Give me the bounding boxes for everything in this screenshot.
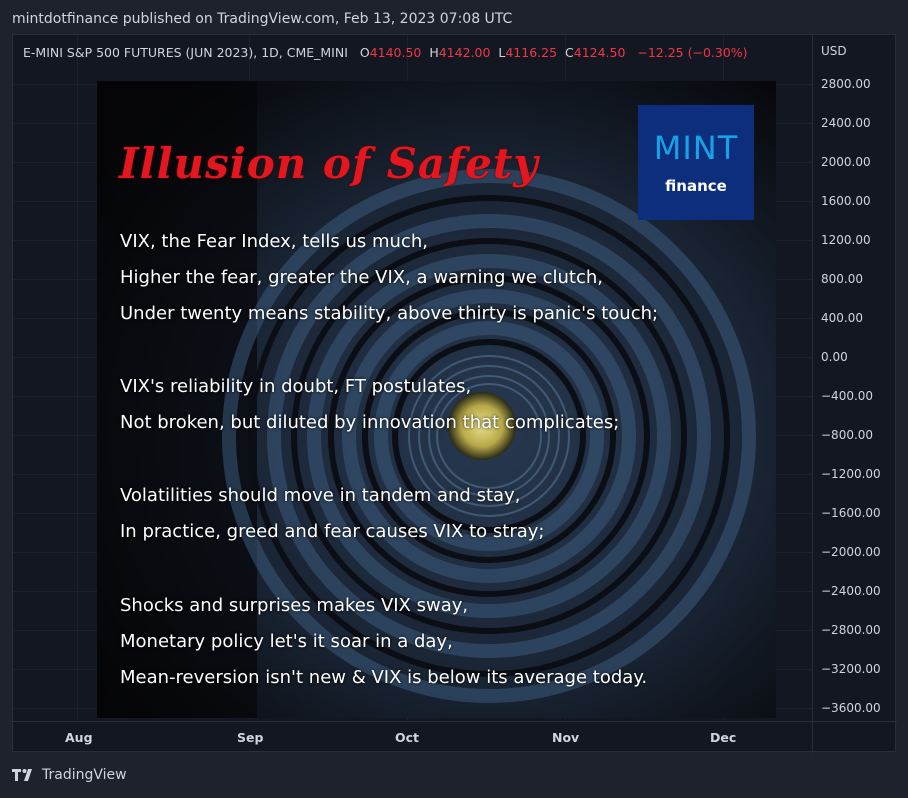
symbol-legend[interactable]: E-MINI S&P 500 FUTURES (JUN 2023), 1D, C…	[23, 45, 748, 60]
tradingview-wordmark: TradingView	[42, 767, 127, 783]
poem-line: In practice, greed and fear causes VIX t…	[120, 521, 545, 542]
high-label: H	[429, 45, 439, 60]
close-value: 4124.50	[573, 45, 626, 60]
price-change: −12.25 (−0.30%)	[637, 45, 748, 60]
low-value: 4116.25	[505, 45, 558, 60]
poster-title: Illusion of Safety	[119, 139, 539, 188]
price-tick: −2400.00	[821, 584, 881, 598]
poem-line: Shocks and surprises makes VIX sway,	[120, 595, 469, 616]
tradingview-branding[interactable]: TradingView	[12, 767, 127, 783]
poem-line: Not broken, but diluted by innovation th…	[120, 412, 620, 433]
logo-word: MINT	[653, 129, 739, 167]
time-tick: Aug	[65, 730, 93, 745]
price-tick: −2000.00	[821, 545, 881, 559]
poem-line: VIX, the Fear Index, tells us much,	[120, 231, 428, 252]
time-tick: Sep	[237, 730, 264, 745]
poem-line: VIX's reliability in doubt, FT postulate…	[120, 376, 472, 397]
currency-label: USD	[821, 44, 847, 58]
poem-line: Higher the fear, greater the VIX, a warn…	[120, 267, 604, 288]
poem-line: Mean-reversion isn't new & VIX is below …	[120, 667, 648, 688]
logo-subtitle: finance	[665, 177, 727, 195]
price-tick: 2800.00	[821, 77, 871, 91]
price-tick: −3200.00	[821, 662, 881, 676]
time-tick: Oct	[395, 730, 420, 745]
price-tick: 800.00	[821, 272, 863, 286]
price-tick: 2000.00	[821, 155, 871, 169]
overlay-image: Illusion of Safety MINT finance VIX, the…	[97, 81, 776, 718]
mint-finance-logo: MINT finance	[638, 105, 754, 220]
poem-line: Volatilities should move in tandem and s…	[120, 485, 521, 506]
high-value: 4142.00	[438, 45, 491, 60]
time-tick: Nov	[552, 730, 580, 745]
price-tick: −1600.00	[821, 506, 881, 520]
tradingview-logo-icon	[12, 769, 32, 781]
time-tick: Dec	[710, 730, 737, 745]
publisher-line: mintdotfinance published on TradingView.…	[12, 11, 513, 27]
close-label: C	[565, 45, 574, 60]
price-tick: −1200.00	[821, 467, 881, 481]
symbol-name: E-MINI S&P 500 FUTURES (JUN 2023), 1D, C…	[23, 45, 348, 60]
price-tick: −400.00	[821, 389, 874, 403]
price-tick: 400.00	[821, 311, 863, 325]
price-tick: 2400.00	[821, 116, 871, 130]
price-tick: −2800.00	[821, 623, 881, 637]
price-tick: 1200.00	[821, 233, 871, 247]
price-tick: 0.00	[821, 350, 848, 364]
poem-line: Under twenty means stability, above thir…	[120, 303, 659, 324]
poem-line: Monetary policy let's it soar in a day,	[120, 631, 453, 652]
price-tick: −800.00	[821, 428, 874, 442]
open-label: O	[359, 45, 370, 60]
price-tick: −3600.00	[821, 701, 881, 715]
open-value: 4140.50	[369, 45, 422, 60]
price-tick: 1600.00	[821, 194, 871, 208]
